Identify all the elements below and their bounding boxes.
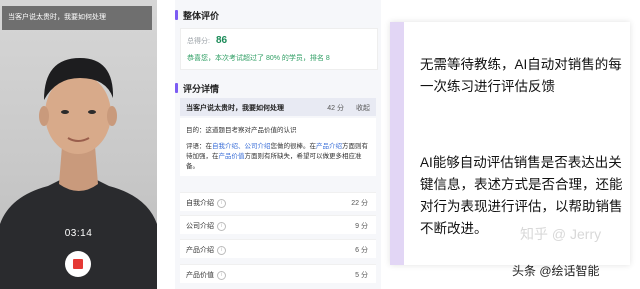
stop-recording-button[interactable] bbox=[65, 251, 91, 277]
info-icon[interactable]: i bbox=[217, 198, 226, 208]
score-item-label: 自我介绍 bbox=[186, 200, 214, 207]
ranking-message: 恭喜您，本次考试超过了 80% 的学员，排名 8 bbox=[187, 55, 330, 62]
comment-highlight: 产品介绍 bbox=[316, 143, 342, 150]
score-item-label: 产品介绍 bbox=[186, 247, 214, 254]
zhihu-watermark: 知乎 @ Jerry bbox=[520, 226, 602, 242]
score-item: 产品价值 i 5 分 bbox=[180, 264, 376, 283]
feature-paragraph-1: 无需等待教练，AI自动对销售的每一次练习进行评估反馈 bbox=[420, 57, 622, 94]
video-panel: 当客户说太贵时，我要如何处理 03:14 bbox=[0, 0, 157, 289]
call-timer: 03:14 bbox=[64, 228, 93, 239]
total-score-value: 86 bbox=[215, 35, 228, 46]
evaluation-panel: 整体评价 总得分: 86 恭喜您，本次考试超过了 80% 的学员，排名 8 评分详… bbox=[175, 0, 381, 289]
score-item: 自我介绍 i 22 分 bbox=[180, 192, 376, 211]
total-score-label: 总得分: bbox=[187, 38, 210, 45]
comment-text: 评语：在 bbox=[186, 143, 212, 150]
comment-highlight: 自我介绍、公司介绍 bbox=[212, 143, 271, 150]
question-goal: 目的：这道题目考察对产品价值的认识 bbox=[186, 127, 297, 134]
question-text: 当客户说太贵时，我要如何处理 bbox=[186, 105, 284, 112]
info-icon[interactable]: i bbox=[217, 270, 226, 280]
source-watermark: 头条 @绘话智能 bbox=[512, 264, 600, 278]
score-item: 公司介绍 i 9 分 bbox=[180, 215, 376, 234]
comment-text: 您做的很棒。在 bbox=[270, 143, 317, 150]
question-score: 42 分 bbox=[327, 105, 344, 112]
question-banner: 当客户说太贵时，我要如何处理 bbox=[2, 6, 152, 30]
trainee-video-feed bbox=[0, 58, 157, 289]
collapse-toggle[interactable]: 收起 bbox=[356, 103, 370, 113]
details-section-title: 评分详情 bbox=[175, 82, 219, 95]
score-item: 产品介绍 i 6 分 bbox=[180, 239, 376, 258]
score-item-value: 5 分 bbox=[355, 272, 368, 279]
stop-icon bbox=[73, 259, 83, 269]
score-item-label: 公司介绍 bbox=[186, 223, 214, 230]
score-item-value: 6 分 bbox=[355, 247, 368, 254]
score-item-value: 9 分 bbox=[355, 223, 368, 230]
info-icon[interactable]: i bbox=[217, 221, 226, 231]
comment-highlight: 产品价值 bbox=[218, 153, 245, 160]
info-icon[interactable]: i bbox=[217, 245, 226, 255]
score-item-label: 产品价值 bbox=[186, 272, 214, 279]
evaluation-comment: 评语：在自我介绍、公司介绍您做的很棒。在产品介绍方面则有待加强，在产品价值方面则… bbox=[186, 142, 370, 172]
total-score: 总得分: 86 bbox=[187, 35, 227, 46]
overall-score-card: 总得分: 86 恭喜您，本次考试超过了 80% 的学员，排名 8 bbox=[180, 28, 378, 70]
overall-section-title: 整体评价 bbox=[175, 9, 219, 22]
question-detail: 目的：这道题目考察对产品价值的认识 评语：在自我介绍、公司介绍您做的很棒。在产品… bbox=[180, 118, 376, 176]
card-accent-bar bbox=[390, 22, 404, 265]
score-item-value: 22 分 bbox=[351, 200, 368, 207]
question-row[interactable]: 当客户说太贵时，我要如何处理 42 分 收起 bbox=[180, 98, 376, 116]
